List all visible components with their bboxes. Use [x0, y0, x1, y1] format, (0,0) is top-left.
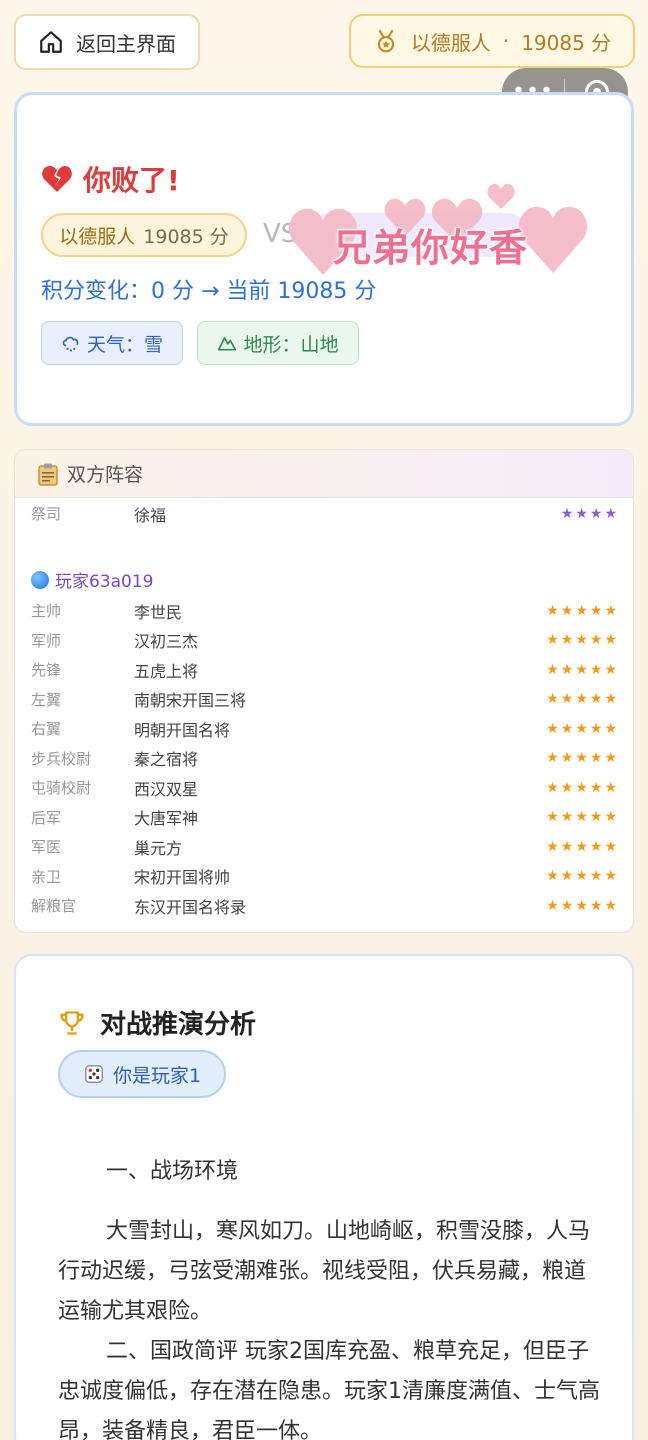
hero-name: 李世民 [134, 602, 183, 622]
star-rating: ★★★★★ [546, 661, 619, 678]
star-rating: ★★★★★ [546, 838, 619, 855]
lineup-card: 双方阵容 祭司 徐福 ★★★★ 玩家63a019 主帅 李世民 ★★★★★ 军师… [14, 449, 634, 933]
role-label: 屯骑校尉 [31, 779, 92, 797]
player-lineup-row: 步兵校尉 秦之宿将 ★★★★★ [15, 744, 633, 773]
back-home-button[interactable]: 返回主界面 [14, 14, 200, 70]
role-label: 左翼 [31, 690, 62, 709]
role-label: 祭司 [31, 505, 62, 523]
result-title-text: 你败了! [83, 164, 180, 197]
role-badge-text: 你是玩家1 [112, 1064, 202, 1087]
blue-orb-icon [31, 570, 49, 589]
analysis-paragraph: 一、战场环境 [106, 1159, 239, 1184]
player-label: 玩家63a019 [55, 572, 154, 592]
broken-heart-icon [42, 166, 72, 192]
player-lineup-row: 主帅 李世民 ★★★★★ [15, 596, 633, 625]
player-lineup-row: 亲卫 宋初开国将帅 ★★★★★ [15, 862, 633, 891]
role-label: 亲卫 [31, 867, 62, 886]
role-label: 右翼 [31, 720, 62, 738]
hero-name: 宋初开国将帅 [134, 868, 231, 887]
hero-name: 东汉开国名将录 [134, 897, 247, 917]
analysis-paragraph: 大雪封山，寒风如刀。山地崎岖，积雪没膝，人马行动迟缓，弓弦受潮难张。视线受阻，伏… [58, 1219, 591, 1324]
terrain-text: 地形：山地 [243, 333, 339, 356]
player-lineup-row: 屯骑校尉 西汉双星 ★★★★★ [15, 773, 633, 802]
hero-name: 秦之宿将 [134, 750, 199, 769]
star-rating: ★★★★ [560, 505, 619, 522]
role-label: 军师 [31, 631, 62, 650]
battle-result-card: 你败了! 以德服人 19085 分 VS 兄弟你好香 积分变化：0 分 → 当前… [14, 92, 634, 426]
hero-name: 巢元方 [134, 838, 183, 858]
role-label: 主帅 [31, 602, 62, 620]
star-rating: ★★★★★ [546, 868, 619, 884]
role-label: 后军 [31, 808, 62, 827]
player-lineup-row: 左翼 南朝宋开国三将 ★★★★★ [15, 685, 633, 714]
opponent-lineup-row: 祭司 徐福 ★★★★ [15, 499, 633, 528]
result-title: 你败了! [41, 159, 180, 199]
star-rating: ★★★★★ [546, 602, 619, 619]
snow-cloud-icon [62, 336, 79, 352]
hero-name: 徐福 [134, 505, 167, 525]
mountain-icon [218, 337, 237, 351]
player-lineup-row: 军师 汉初三杰 ★★★★★ [15, 626, 633, 655]
player-label-row: 玩家63a019 [31, 567, 154, 592]
player-name: 以德服人 [410, 30, 491, 55]
back-home-label: 返回主界面 [76, 31, 176, 56]
separator-dot: · [502, 29, 510, 53]
weather-text: 天气：雪 [86, 333, 163, 356]
analysis-card: 对战推演分析 你是玩家1 一、战场环境 大雪封山，寒风如刀。山地崎岖，积雪没膝，… [14, 954, 634, 1440]
role-badge: 你是玩家1 [58, 1050, 226, 1098]
home-icon [40, 31, 62, 53]
lineup-header: 双方阵容 [15, 450, 633, 498]
role-label: 解粮官 [31, 897, 77, 915]
hero-name: 大唐军神 [134, 809, 199, 828]
player-lineup-row: 先锋 五虎上将 ★★★★★ [15, 655, 633, 684]
analysis-title-text: 对战推演分析 [100, 1010, 257, 1040]
player-score-badge[interactable]: 以德服人 · 19085 分 [349, 14, 635, 68]
medal-icon [377, 29, 394, 53]
dice-icon [85, 1065, 103, 1083]
lineup-title: 双方阵容 [67, 464, 144, 486]
clipboard-icon [38, 463, 58, 486]
star-rating: ★★★★★ [546, 632, 619, 648]
score-change-text: 积分变化：0 分 → 当前 19085 分 [41, 279, 377, 304]
star-rating: ★★★★★ [546, 779, 619, 796]
star-rating: ★★★★★ [546, 691, 619, 707]
star-rating: ★★★★★ [546, 750, 619, 766]
player-lineup-row: 解粮官 东汉开国名将录 ★★★★★ [15, 891, 633, 920]
player-lineup-row: 后军 大唐军神 ★★★★★ [15, 803, 633, 832]
role-label: 步兵校尉 [31, 749, 92, 768]
star-rating: ★★★★★ [546, 720, 619, 737]
role-label: 先锋 [31, 661, 62, 679]
player-score: 19085 分 [521, 30, 612, 55]
analysis-paragraph: 二、国政简评 玩家2国库充盈、粮草充足，但臣子忠诚度偏低，存在潜在隐患。玩家1清… [58, 1339, 600, 1440]
star-rating: ★★★★★ [546, 809, 619, 825]
terrain-tag: 地形：山地 [197, 321, 359, 365]
trophy-icon [60, 1010, 84, 1035]
self-name-pill: 以德服人 19085 分 [41, 213, 247, 257]
self-score: 19085 分 [143, 225, 229, 248]
player-lineup-row: 右翼 明朝开国名将 ★★★★★ [15, 714, 633, 743]
weather-tag: 天气：雪 [41, 321, 183, 365]
hero-name: 五虎上将 [134, 661, 199, 681]
hero-name: 南朝宋开国三将 [134, 691, 247, 710]
hero-name: 明朝开国名将 [134, 720, 231, 740]
hero-name: 汉初三杰 [134, 632, 199, 651]
hero-name: 西汉双星 [134, 779, 199, 799]
role-label: 军医 [31, 838, 62, 856]
self-name: 以德服人 [59, 225, 136, 248]
player-lineup-row: 军医 巢元方 ★★★★★ [15, 832, 633, 861]
star-rating: ★★★★★ [546, 897, 619, 914]
sticker-text: 兄弟你好香 [333, 226, 529, 270]
analysis-title: 对战推演分析 [58, 1004, 256, 1041]
